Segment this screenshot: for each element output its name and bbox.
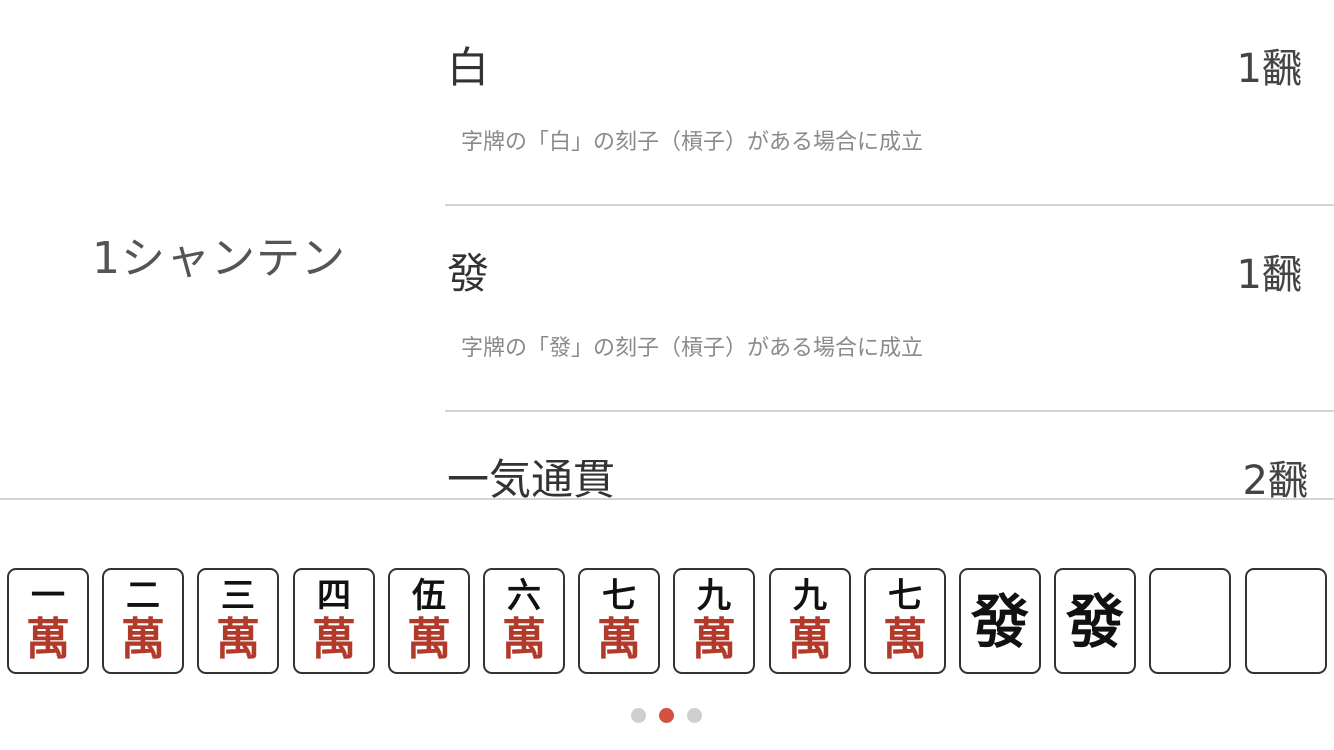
tile[interactable]: 九萬 [673, 568, 755, 674]
tile-suit: 萬 [216, 614, 260, 665]
tile-suit: 萬 [312, 614, 356, 665]
tile-rank: 四 [317, 576, 351, 616]
tile-empty-slot[interactable] [1245, 568, 1327, 674]
tile-suit: 萬 [883, 614, 927, 665]
yaku-name: 白 [447, 43, 490, 92]
yaku-han: 1飜 [1236, 46, 1302, 92]
yaku-item-haku[interactable]: 白 1飜 字牌の「白」の刻子（槓子）がある場合に成立 [445, 0, 1334, 206]
tile[interactable]: 發 [1054, 568, 1136, 674]
yaku-han: 1飜 [1236, 252, 1302, 298]
tile-rank: 二 [126, 576, 160, 616]
yaku-list[interactable]: 白 1飜 字牌の「白」の刻子（槓子）がある場合に成立 發 1飜 字牌の「發」の刻… [445, 0, 1334, 500]
tile-suit: 萬 [121, 614, 165, 665]
tile[interactable]: 一萬 [7, 568, 89, 674]
tile-rank: 九 [793, 576, 827, 616]
yaku-name: 發 [447, 249, 490, 298]
tile-suit: 萬 [597, 614, 641, 665]
tile-rank: 三 [221, 576, 255, 616]
page-indicator[interactable] [0, 708, 1334, 724]
tile-rank: 伍 [412, 576, 446, 616]
tile-empty-slot[interactable] [1149, 568, 1231, 674]
tile[interactable]: 四萬 [293, 568, 375, 674]
page-dot[interactable] [659, 708, 674, 723]
tile[interactable]: 二萬 [102, 568, 184, 674]
tile-suit: 萬 [502, 614, 546, 665]
tile-suit: 萬 [26, 614, 70, 665]
tile-rank: 九 [697, 576, 731, 616]
tile-honor: 發 [970, 588, 1029, 656]
tile-rank: 六 [507, 576, 541, 616]
yaku-item-hatsu[interactable]: 發 1飜 字牌の「發」の刻子（槓子）がある場合に成立 [445, 206, 1334, 412]
tile[interactable]: 伍萬 [388, 568, 470, 674]
yaku-name: 一気通貫 [447, 455, 616, 500]
tile[interactable]: 七萬 [578, 568, 660, 674]
tile[interactable]: 九萬 [769, 568, 851, 674]
tile-rank: 七 [888, 576, 922, 616]
tile-honor: 發 [1065, 588, 1124, 656]
tile-suit: 萬 [692, 614, 736, 665]
hand-tiles: 一萬二萬三萬四萬伍萬六萬七萬九萬九萬七萬發發 [0, 568, 1334, 678]
tile-rank: 一 [31, 576, 65, 616]
section-divider [0, 498, 1334, 500]
tile[interactable]: 六萬 [483, 568, 565, 674]
shanten-label: 1シャンテン [92, 233, 346, 284]
tile-suit: 萬 [788, 614, 832, 665]
tile[interactable]: 三萬 [197, 568, 279, 674]
tile-rank: 七 [602, 576, 636, 616]
tile[interactable]: 七萬 [864, 568, 946, 674]
yaku-han: 2飜 [1242, 458, 1308, 500]
page-dot[interactable] [631, 708, 646, 723]
page-dot[interactable] [687, 708, 702, 723]
yaku-description: 字牌の「白」の刻子（槓子）がある場合に成立 [461, 130, 924, 155]
tile-suit: 萬 [407, 614, 451, 665]
tile[interactable]: 發 [959, 568, 1041, 674]
yaku-item-ittsu[interactable]: 一気通貫 2飜 [445, 412, 1334, 500]
yaku-description: 字牌の「發」の刻子（槓子）がある場合に成立 [461, 336, 924, 361]
